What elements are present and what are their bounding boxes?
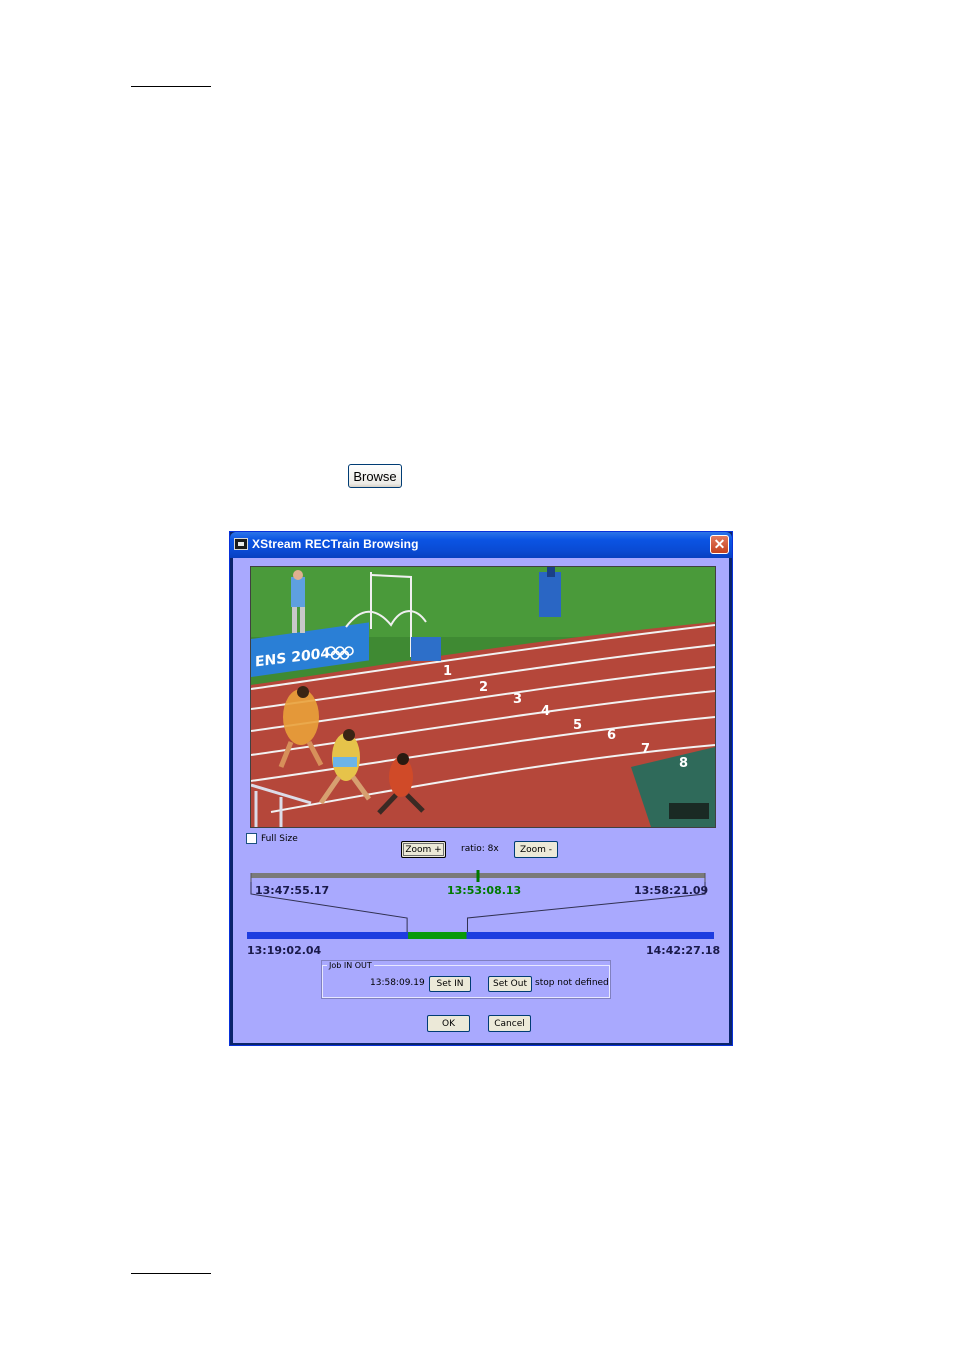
browse-button[interactable]: Browse <box>348 464 402 488</box>
video-preview: 123 456 78 ENS 2004 <box>250 566 716 828</box>
full-timeline-bar <box>247 932 714 939</box>
svg-text:8: 8 <box>679 756 688 771</box>
cancel-button[interactable]: Cancel <box>488 1015 531 1032</box>
zoom-cursor <box>476 870 480 882</box>
svg-text:2: 2 <box>479 680 488 695</box>
dialog-titlebar[interactable]: XStream RECTrain Browsing ✕ <box>230 532 732 558</box>
job-in-time: 13:58:09.19 <box>370 978 425 988</box>
zoom-in-button[interactable]: Zoom + <box>401 841 446 858</box>
browsing-dialog: XStream RECTrain Browsing ✕ 1 2 3 4 5 6 … <box>229 531 733 1046</box>
zoom-window-marker <box>408 932 467 939</box>
full-size-checkbox[interactable] <box>246 833 257 844</box>
zoom-out-button[interactable]: Zoom - <box>514 841 558 858</box>
svg-text:1: 1 <box>443 664 452 679</box>
window-icon <box>234 538 248 550</box>
svg-text:5: 5 <box>573 718 582 733</box>
dialog-client-area: 123 456 78 ENS 2004 Full Size Zoom + rat… <box>233 558 729 1043</box>
full-size-option[interactable]: Full Size <box>246 833 298 844</box>
close-icon[interactable]: ✕ <box>710 535 729 554</box>
svg-text:3: 3 <box>513 692 522 707</box>
header-rule <box>131 86 211 87</box>
full-size-label: Full Size <box>261 833 298 844</box>
svg-text:7: 7 <box>641 742 650 757</box>
full-end-time: 14:42:27.18 <box>646 944 721 957</box>
job-in-out-legend: Job IN OUT <box>329 961 372 970</box>
svg-text:6: 6 <box>607 728 616 743</box>
svg-text:4: 4 <box>541 704 550 719</box>
job-out-status: stop not defined <box>535 978 609 988</box>
set-in-button[interactable]: Set IN <box>429 976 471 992</box>
set-out-button[interactable]: Set Out <box>488 976 532 992</box>
zoom-ratio-label: ratio: 8x <box>461 844 499 854</box>
dialog-title: XStream RECTrain Browsing <box>252 537 419 551</box>
ok-button[interactable]: OK <box>427 1015 470 1032</box>
zoom-end-time: 13:58:21.09 <box>634 884 709 897</box>
zoom-start-time: 13:47:55.17 <box>255 884 330 897</box>
zoom-cursor-time: 13:53:08.13 <box>447 884 522 897</box>
footer-rule <box>131 1273 211 1274</box>
full-start-time: 13:19:02.04 <box>247 944 322 957</box>
